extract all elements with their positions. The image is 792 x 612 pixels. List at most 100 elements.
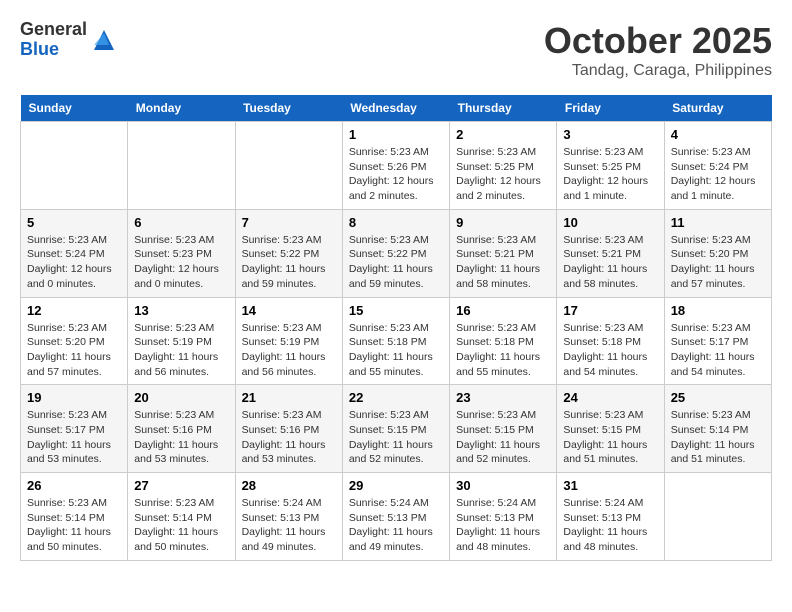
day-info: Sunrise: 5:23 AM Sunset: 5:25 PM Dayligh… bbox=[563, 145, 657, 204]
day-number: 13 bbox=[134, 303, 228, 318]
day-info: Sunrise: 5:23 AM Sunset: 5:20 PM Dayligh… bbox=[671, 233, 765, 292]
day-info: Sunrise: 5:24 AM Sunset: 5:13 PM Dayligh… bbox=[349, 496, 443, 555]
weekday-header-thursday: Thursday bbox=[450, 95, 557, 122]
day-info: Sunrise: 5:23 AM Sunset: 5:14 PM Dayligh… bbox=[27, 496, 121, 555]
calendar-cell: 15Sunrise: 5:23 AM Sunset: 5:18 PM Dayli… bbox=[342, 297, 449, 385]
calendar-cell: 5 Sunrise: 5:23 AM Sunset: 5:24 PM Daylig… bbox=[21, 209, 128, 297]
day-info: Sunrise: 5:23 AM Sunset: 5:23 PM Dayligh… bbox=[134, 233, 228, 292]
day-number: 4 bbox=[671, 127, 765, 142]
calendar-cell: 4Sunrise: 5:23 AM Sunset: 5:24 PM Daylig… bbox=[664, 122, 771, 210]
calendar-cell: 16 Sunrise: 5:23 AM Sunset: 5:18 PM Dayli… bbox=[450, 297, 557, 385]
calendar-cell: 26 Sunrise: 5:23 AM Sunset: 5:14 PM Dayli… bbox=[21, 473, 128, 561]
day-number: 3 bbox=[563, 127, 657, 142]
day-number: 26 bbox=[27, 478, 121, 493]
day-number: 30 bbox=[456, 478, 550, 493]
calendar-week-2: 5 Sunrise: 5:23 AM Sunset: 5:24 PM Daylig… bbox=[21, 209, 772, 297]
calendar-cell: 20 Sunrise: 5:23 AM Sunset: 5:16 PM Dayli… bbox=[128, 385, 235, 473]
day-info: Sunrise: 5:23 AM Sunset: 5:21 PM Dayligh… bbox=[563, 233, 657, 292]
weekday-header-saturday: Saturday bbox=[664, 95, 771, 122]
calendar-cell: 1 Sunrise: 5:23 AM Sunset: 5:26 PM Daylig… bbox=[342, 122, 449, 210]
calendar-cell: 30 Sunrise: 5:24 AM Sunset: 5:13 PM Dayli… bbox=[450, 473, 557, 561]
day-number: 18 bbox=[671, 303, 765, 318]
day-number: 16 bbox=[456, 303, 550, 318]
calendar-cell: 17Sunrise: 5:23 AM Sunset: 5:18 PM Dayli… bbox=[557, 297, 664, 385]
calendar-week-5: 26 Sunrise: 5:23 AM Sunset: 5:14 PM Dayli… bbox=[21, 473, 772, 561]
weekday-header-monday: Monday bbox=[128, 95, 235, 122]
day-number: 9 bbox=[456, 215, 550, 230]
day-info: Sunrise: 5:23 AM Sunset: 5:22 PM Dayligh… bbox=[349, 233, 443, 292]
weekday-header-sunday: Sunday bbox=[21, 95, 128, 122]
logo-general: General bbox=[20, 19, 87, 39]
day-number: 17 bbox=[563, 303, 657, 318]
day-info: Sunrise: 5:23 AM Sunset: 5:22 PM Dayligh… bbox=[242, 233, 336, 292]
weekday-header-friday: Friday bbox=[557, 95, 664, 122]
location-subtitle: Tandag, Caraga, Philippines bbox=[544, 62, 772, 80]
calendar-cell: 25 Sunrise: 5:23 AM Sunset: 5:14 PM Dayli… bbox=[664, 385, 771, 473]
day-info: Sunrise: 5:23 AM Sunset: 5:17 PM Dayligh… bbox=[671, 321, 765, 380]
day-info: Sunrise: 5:23 AM Sunset: 5:26 PM Dayligh… bbox=[349, 145, 443, 204]
calendar-cell bbox=[128, 122, 235, 210]
calendar-cell: 27Sunrise: 5:23 AM Sunset: 5:14 PM Dayli… bbox=[128, 473, 235, 561]
day-info: Sunrise: 5:23 AM Sunset: 5:15 PM Dayligh… bbox=[349, 408, 443, 467]
day-info: Sunrise: 5:23 AM Sunset: 5:24 PM Dayligh… bbox=[27, 233, 121, 292]
day-number: 1 bbox=[349, 127, 443, 142]
calendar-cell: 13 Sunrise: 5:23 AM Sunset: 5:19 PM Dayli… bbox=[128, 297, 235, 385]
day-info: Sunrise: 5:23 AM Sunset: 5:16 PM Dayligh… bbox=[134, 408, 228, 467]
calendar-week-3: 12Sunrise: 5:23 AM Sunset: 5:20 PM Dayli… bbox=[21, 297, 772, 385]
day-number: 20 bbox=[134, 390, 228, 405]
weekday-header-row: SundayMondayTuesdayWednesdayThursdayFrid… bbox=[21, 95, 772, 122]
day-info: Sunrise: 5:24 AM Sunset: 5:13 PM Dayligh… bbox=[563, 496, 657, 555]
calendar-cell bbox=[21, 122, 128, 210]
calendar-cell: 23Sunrise: 5:23 AM Sunset: 5:15 PM Dayli… bbox=[450, 385, 557, 473]
logo-icon bbox=[89, 25, 119, 55]
calendar-table: SundayMondayTuesdayWednesdayThursdayFrid… bbox=[20, 95, 772, 561]
calendar-cell bbox=[664, 473, 771, 561]
day-number: 5 bbox=[27, 215, 121, 230]
day-info: Sunrise: 5:23 AM Sunset: 5:19 PM Dayligh… bbox=[242, 321, 336, 380]
day-number: 25 bbox=[671, 390, 765, 405]
day-info: Sunrise: 5:23 AM Sunset: 5:21 PM Dayligh… bbox=[456, 233, 550, 292]
calendar-cell: 12Sunrise: 5:23 AM Sunset: 5:20 PM Dayli… bbox=[21, 297, 128, 385]
calendar-cell: 22 Sunrise: 5:23 AM Sunset: 5:15 PM Dayli… bbox=[342, 385, 449, 473]
calendar-cell: 24Sunrise: 5:23 AM Sunset: 5:15 PM Dayli… bbox=[557, 385, 664, 473]
calendar-cell: 8 Sunrise: 5:23 AM Sunset: 5:22 PM Daylig… bbox=[342, 209, 449, 297]
day-number: 24 bbox=[563, 390, 657, 405]
day-number: 19 bbox=[27, 390, 121, 405]
calendar-week-4: 19Sunrise: 5:23 AM Sunset: 5:17 PM Dayli… bbox=[21, 385, 772, 473]
day-number: 21 bbox=[242, 390, 336, 405]
logo: General Blue bbox=[20, 20, 119, 60]
calendar-cell: 18 Sunrise: 5:23 AM Sunset: 5:17 PM Dayli… bbox=[664, 297, 771, 385]
calendar-week-1: 1 Sunrise: 5:23 AM Sunset: 5:26 PM Daylig… bbox=[21, 122, 772, 210]
calendar-cell: 11Sunrise: 5:23 AM Sunset: 5:20 PM Dayli… bbox=[664, 209, 771, 297]
calendar-cell: 6 Sunrise: 5:23 AM Sunset: 5:23 PM Daylig… bbox=[128, 209, 235, 297]
calendar-cell: 9 Sunrise: 5:23 AM Sunset: 5:21 PM Daylig… bbox=[450, 209, 557, 297]
day-number: 22 bbox=[349, 390, 443, 405]
page-header: General Blue October 2025 Tandag, Caraga… bbox=[20, 20, 772, 80]
day-info: Sunrise: 5:23 AM Sunset: 5:19 PM Dayligh… bbox=[134, 321, 228, 380]
day-number: 14 bbox=[242, 303, 336, 318]
day-info: Sunrise: 5:23 AM Sunset: 5:15 PM Dayligh… bbox=[456, 408, 550, 467]
day-info: Sunrise: 5:23 AM Sunset: 5:16 PM Dayligh… bbox=[242, 408, 336, 467]
day-number: 7 bbox=[242, 215, 336, 230]
day-info: Sunrise: 5:23 AM Sunset: 5:14 PM Dayligh… bbox=[671, 408, 765, 467]
calendar-cell: 21 Sunrise: 5:23 AM Sunset: 5:16 PM Dayli… bbox=[235, 385, 342, 473]
weekday-header-tuesday: Tuesday bbox=[235, 95, 342, 122]
calendar-cell: 3 Sunrise: 5:23 AM Sunset: 5:25 PM Daylig… bbox=[557, 122, 664, 210]
calendar-cell: 19Sunrise: 5:23 AM Sunset: 5:17 PM Dayli… bbox=[21, 385, 128, 473]
day-number: 29 bbox=[349, 478, 443, 493]
day-info: Sunrise: 5:23 AM Sunset: 5:25 PM Dayligh… bbox=[456, 145, 550, 204]
calendar-cell: 7 Sunrise: 5:23 AM Sunset: 5:22 PM Daylig… bbox=[235, 209, 342, 297]
title-block: October 2025 Tandag, Caraga, Philippines bbox=[544, 20, 772, 80]
day-info: Sunrise: 5:23 AM Sunset: 5:18 PM Dayligh… bbox=[456, 321, 550, 380]
day-number: 31 bbox=[563, 478, 657, 493]
day-number: 8 bbox=[349, 215, 443, 230]
calendar-cell: 31 Sunrise: 5:24 AM Sunset: 5:13 PM Dayli… bbox=[557, 473, 664, 561]
month-title: October 2025 bbox=[544, 20, 772, 62]
day-info: Sunrise: 5:23 AM Sunset: 5:18 PM Dayligh… bbox=[349, 321, 443, 380]
day-number: 6 bbox=[134, 215, 228, 230]
calendar-cell: 14 Sunrise: 5:23 AM Sunset: 5:19 PM Dayli… bbox=[235, 297, 342, 385]
day-number: 12 bbox=[27, 303, 121, 318]
calendar-cell: 10Sunrise: 5:23 AM Sunset: 5:21 PM Dayli… bbox=[557, 209, 664, 297]
day-info: Sunrise: 5:24 AM Sunset: 5:13 PM Dayligh… bbox=[456, 496, 550, 555]
calendar-cell: 29 Sunrise: 5:24 AM Sunset: 5:13 PM Dayli… bbox=[342, 473, 449, 561]
